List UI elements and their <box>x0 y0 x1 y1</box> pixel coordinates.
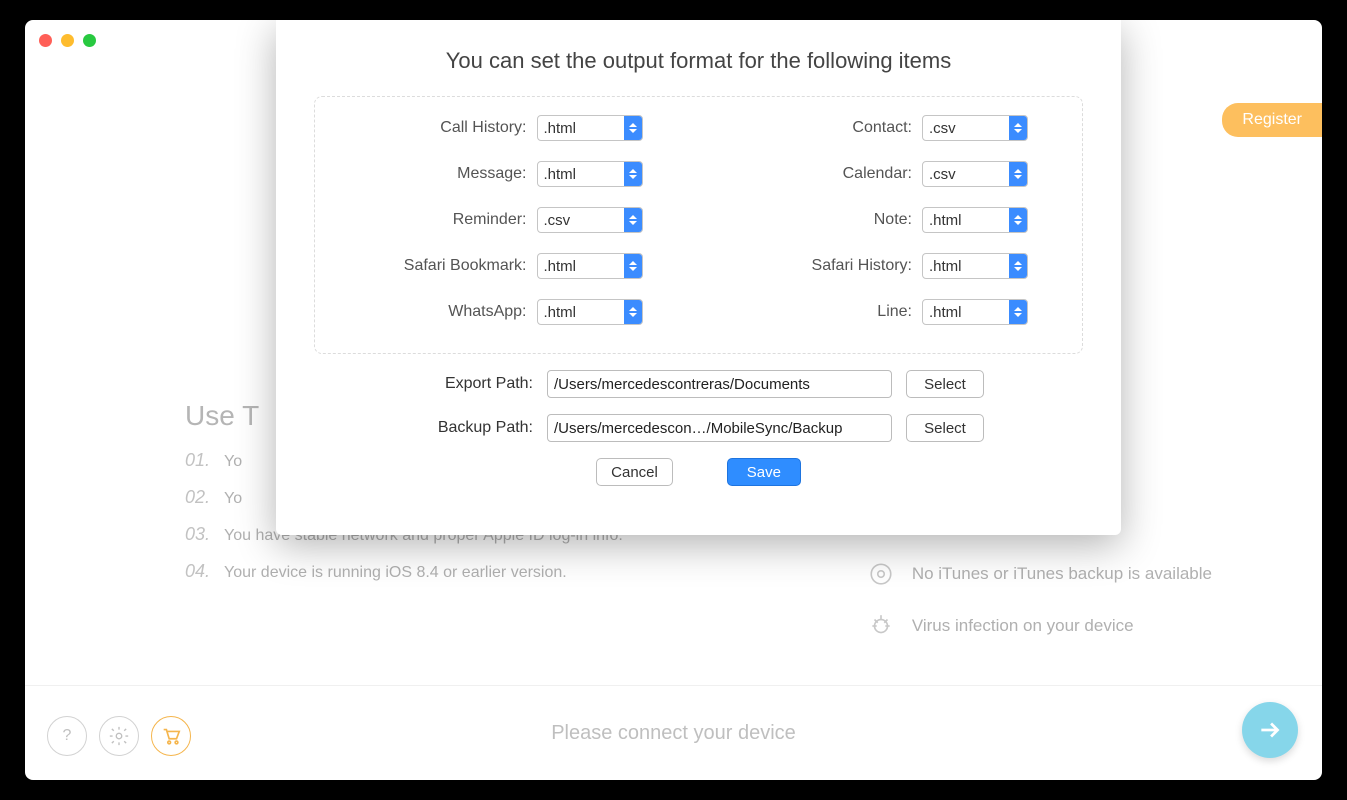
calendar-select[interactable]: .csv <box>922 161 1028 187</box>
output-format-modal: You can set the output format for the fo… <box>276 20 1121 535</box>
reminder-label: Reminder: <box>453 211 527 229</box>
cart-icon <box>160 725 182 747</box>
note-select[interactable]: .html <box>922 207 1028 233</box>
gear-icon <box>108 725 130 747</box>
message-label: Message: <box>457 165 526 183</box>
stepper-icon <box>1009 116 1027 140</box>
backup-path-select-button[interactable]: Select <box>906 414 984 442</box>
message-select[interactable]: .html <box>537 161 643 187</box>
export-path-label: Export Path: <box>413 375 533 393</box>
settings-button[interactable] <box>99 716 139 756</box>
stepper-icon <box>1009 208 1027 232</box>
app-window: Register Recover from pair Tools Use T 0… <box>25 20 1322 780</box>
safari-history-select[interactable]: .html <box>922 253 1028 279</box>
footer: Please connect your device <box>25 686 1322 780</box>
export-path-select-button[interactable]: Select <box>906 370 984 398</box>
stepper-icon <box>1009 254 1027 278</box>
next-button[interactable] <box>1242 702 1298 758</box>
call-history-select[interactable]: .html <box>537 115 643 141</box>
call-history-label: Call History: <box>440 119 526 137</box>
safari-history-label: Safari History: <box>812 257 912 275</box>
footer-text: Please connect your device <box>551 722 796 745</box>
format-grid: Call History: .html Contact: .csv Message:… <box>314 96 1083 354</box>
note-virus: Virus infection on your device <box>868 613 1212 639</box>
reminder-select[interactable]: .csv <box>537 207 643 233</box>
register-button[interactable]: Register <box>1222 103 1322 137</box>
disc-icon <box>868 561 894 587</box>
safari-bookmark-select[interactable]: .html <box>537 253 643 279</box>
backup-path-input[interactable] <box>547 414 892 442</box>
line-select[interactable]: .html <box>922 299 1028 325</box>
whatsapp-label: WhatsApp: <box>448 303 526 321</box>
line-label: Line: <box>877 303 912 321</box>
calendar-label: Calendar: <box>843 165 912 183</box>
stepper-icon <box>1009 162 1027 186</box>
stepper-icon <box>624 116 642 140</box>
contact-select[interactable]: .csv <box>922 115 1028 141</box>
save-button[interactable]: Save <box>727 458 801 486</box>
whatsapp-select[interactable]: .html <box>537 299 643 325</box>
contact-label: Contact: <box>852 119 912 137</box>
arrow-right-icon <box>1257 717 1283 743</box>
stepper-icon <box>624 254 642 278</box>
note-label: Note: <box>874 211 912 229</box>
help-button[interactable]: ? <box>47 716 87 756</box>
safari-bookmark-label: Safari Bookmark: <box>404 257 527 275</box>
stepper-icon <box>624 162 642 186</box>
cancel-button[interactable]: Cancel <box>596 458 673 486</box>
stepper-icon <box>1009 300 1027 324</box>
note-itunes: No iTunes or iTunes backup is available <box>868 561 1212 587</box>
list-item: 04.Your device is running iOS 8.4 or ear… <box>185 561 623 582</box>
backup-path-label: Backup Path: <box>413 419 533 437</box>
stepper-icon <box>624 208 642 232</box>
right-notes: Cloud No iTunes or iTunes backup is avai… <box>868 515 1212 665</box>
cart-button[interactable] <box>151 716 191 756</box>
modal-title: You can set the output format for the fo… <box>314 48 1083 74</box>
bug-icon <box>868 613 894 639</box>
stepper-icon <box>624 300 642 324</box>
export-path-input[interactable] <box>547 370 892 398</box>
